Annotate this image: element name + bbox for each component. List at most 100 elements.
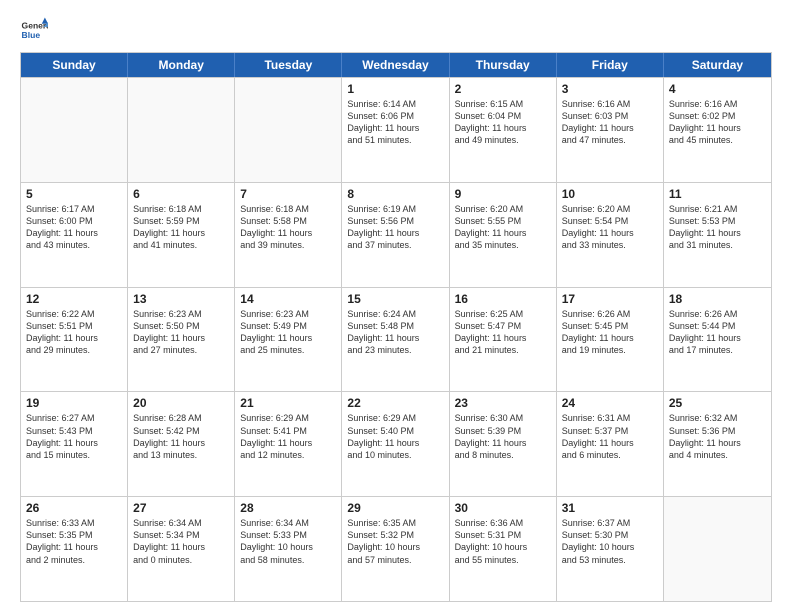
calendar-row-1: 5Sunrise: 6:17 AM Sunset: 6:00 PM Daylig… [21,182,771,287]
calendar-cell-26: 26 Sunrise: 6:33 AM Sunset: 5:35 PM Dayli… [21,497,128,601]
day-number: 16 [455,292,551,306]
day-number: 7 [240,187,336,201]
calendar-cell-16: 16 Sunrise: 6:25 AM Sunset: 5:47 PM Dayli… [450,288,557,392]
day-number: 9 [455,187,551,201]
calendar-cell-31: 31 Sunrise: 6:37 AM Sunset: 5:30 PM Dayli… [557,497,664,601]
cell-sun-info: Sunrise: 6:32 AM Sunset: 5:36 PM Dayligh… [669,412,766,461]
header: General Blue [20,16,772,44]
weekday-header-thursday: Thursday [450,53,557,77]
calendar-cell-9: 9 Sunrise: 6:20 AM Sunset: 5:55 PM Daylig… [450,183,557,287]
day-number: 3 [562,82,658,96]
calendar-cell-7: 7Sunrise: 6:18 AM Sunset: 5:58 PM Daylig… [235,183,342,287]
cell-sun-info: Sunrise: 6:23 AM Sunset: 5:49 PM Dayligh… [240,308,336,357]
calendar-cell-12: 12 Sunrise: 6:22 AM Sunset: 5:51 PM Dayli… [21,288,128,392]
cell-sun-info: Sunrise: 6:36 AM Sunset: 5:31 PM Dayligh… [455,517,551,566]
calendar-row-3: 19 Sunrise: 6:27 AM Sunset: 5:43 PM Dayli… [21,391,771,496]
cell-sun-info: Sunrise: 6:14 AM Sunset: 6:06 PM Dayligh… [347,98,443,147]
cell-sun-info: Sunrise: 6:16 AM Sunset: 6:03 PM Dayligh… [562,98,658,147]
calendar-cell-11: 11Sunrise: 6:21 AM Sunset: 5:53 PM Dayli… [664,183,771,287]
day-number: 29 [347,501,443,515]
svg-text:Blue: Blue [22,30,41,40]
cell-sun-info: Sunrise: 6:33 AM Sunset: 5:35 PM Dayligh… [26,517,122,566]
calendar-cell-29: 29 Sunrise: 6:35 AM Sunset: 5:32 PM Dayli… [342,497,449,601]
cell-sun-info: Sunrise: 6:20 AM Sunset: 5:55 PM Dayligh… [455,203,551,252]
calendar-cell-21: 21 Sunrise: 6:29 AM Sunset: 5:41 PM Dayli… [235,392,342,496]
calendar-cell-10: 10Sunrise: 6:20 AM Sunset: 5:54 PM Dayli… [557,183,664,287]
calendar-cell-13: 13 Sunrise: 6:23 AM Sunset: 5:50 PM Dayli… [128,288,235,392]
calendar-cell-15: 15Sunrise: 6:24 AM Sunset: 5:48 PM Dayli… [342,288,449,392]
calendar-cell-25: 25Sunrise: 6:32 AM Sunset: 5:36 PM Dayli… [664,392,771,496]
cell-sun-info: Sunrise: 6:31 AM Sunset: 5:37 PM Dayligh… [562,412,658,461]
calendar-cell-empty-4-6 [664,497,771,601]
cell-sun-info: Sunrise: 6:29 AM Sunset: 5:41 PM Dayligh… [240,412,336,461]
cell-sun-info: Sunrise: 6:34 AM Sunset: 5:34 PM Dayligh… [133,517,229,566]
day-number: 19 [26,396,122,410]
calendar-cell-18: 18Sunrise: 6:26 AM Sunset: 5:44 PM Dayli… [664,288,771,392]
cell-sun-info: Sunrise: 6:37 AM Sunset: 5:30 PM Dayligh… [562,517,658,566]
cell-sun-info: Sunrise: 6:28 AM Sunset: 5:42 PM Dayligh… [133,412,229,461]
day-number: 1 [347,82,443,96]
day-number: 23 [455,396,551,410]
calendar-cell-28: 28 Sunrise: 6:34 AM Sunset: 5:33 PM Dayli… [235,497,342,601]
day-number: 10 [562,187,658,201]
weekday-header-tuesday: Tuesday [235,53,342,77]
cell-sun-info: Sunrise: 6:16 AM Sunset: 6:02 PM Dayligh… [669,98,766,147]
day-number: 14 [240,292,336,306]
day-number: 31 [562,501,658,515]
calendar-row-2: 12 Sunrise: 6:22 AM Sunset: 5:51 PM Dayli… [21,287,771,392]
cell-sun-info: Sunrise: 6:23 AM Sunset: 5:50 PM Dayligh… [133,308,229,357]
calendar-cell-14: 14 Sunrise: 6:23 AM Sunset: 5:49 PM Dayli… [235,288,342,392]
cell-sun-info: Sunrise: 6:15 AM Sunset: 6:04 PM Dayligh… [455,98,551,147]
calendar-cell-23: 23 Sunrise: 6:30 AM Sunset: 5:39 PM Dayli… [450,392,557,496]
calendar-body: 1 Sunrise: 6:14 AM Sunset: 6:06 PM Daylig… [21,77,771,601]
cell-sun-info: Sunrise: 6:22 AM Sunset: 5:51 PM Dayligh… [26,308,122,357]
calendar-row-4: 26 Sunrise: 6:33 AM Sunset: 5:35 PM Dayli… [21,496,771,601]
day-number: 6 [133,187,229,201]
cell-sun-info: Sunrise: 6:29 AM Sunset: 5:40 PM Dayligh… [347,412,443,461]
day-number: 27 [133,501,229,515]
cell-sun-info: Sunrise: 6:30 AM Sunset: 5:39 PM Dayligh… [455,412,551,461]
day-number: 26 [26,501,122,515]
weekday-header-monday: Monday [128,53,235,77]
day-number: 21 [240,396,336,410]
cell-sun-info: Sunrise: 6:26 AM Sunset: 5:45 PM Dayligh… [562,308,658,357]
day-number: 12 [26,292,122,306]
day-number: 8 [347,187,443,201]
cell-sun-info: Sunrise: 6:19 AM Sunset: 5:56 PM Dayligh… [347,203,443,252]
calendar-cell-24: 24Sunrise: 6:31 AM Sunset: 5:37 PM Dayli… [557,392,664,496]
weekday-header-saturday: Saturday [664,53,771,77]
day-number: 22 [347,396,443,410]
day-number: 28 [240,501,336,515]
calendar: SundayMondayTuesdayWednesdayThursdayFrid… [20,52,772,602]
day-number: 11 [669,187,766,201]
day-number: 13 [133,292,229,306]
weekday-header-sunday: Sunday [21,53,128,77]
calendar-cell-19: 19 Sunrise: 6:27 AM Sunset: 5:43 PM Dayli… [21,392,128,496]
day-number: 5 [26,187,122,201]
calendar-row-0: 1 Sunrise: 6:14 AM Sunset: 6:06 PM Daylig… [21,77,771,182]
weekday-header-friday: Friday [557,53,664,77]
calendar-cell-8: 8 Sunrise: 6:19 AM Sunset: 5:56 PM Daylig… [342,183,449,287]
calendar-cell-2: 2Sunrise: 6:15 AM Sunset: 6:04 PM Daylig… [450,78,557,182]
day-number: 30 [455,501,551,515]
calendar-cell-17: 17 Sunrise: 6:26 AM Sunset: 5:45 PM Dayli… [557,288,664,392]
calendar-cell-1: 1 Sunrise: 6:14 AM Sunset: 6:06 PM Daylig… [342,78,449,182]
logo-icon: General Blue [20,16,48,44]
cell-sun-info: Sunrise: 6:27 AM Sunset: 5:43 PM Dayligh… [26,412,122,461]
calendar-cell-5: 5Sunrise: 6:17 AM Sunset: 6:00 PM Daylig… [21,183,128,287]
calendar-header: SundayMondayTuesdayWednesdayThursdayFrid… [21,53,771,77]
calendar-cell-empty-0-1 [128,78,235,182]
cell-sun-info: Sunrise: 6:25 AM Sunset: 5:47 PM Dayligh… [455,308,551,357]
weekday-header-wednesday: Wednesday [342,53,449,77]
calendar-cell-27: 27 Sunrise: 6:34 AM Sunset: 5:34 PM Dayli… [128,497,235,601]
cell-sun-info: Sunrise: 6:18 AM Sunset: 5:59 PM Dayligh… [133,203,229,252]
cell-sun-info: Sunrise: 6:34 AM Sunset: 5:33 PM Dayligh… [240,517,336,566]
calendar-cell-30: 30 Sunrise: 6:36 AM Sunset: 5:31 PM Dayli… [450,497,557,601]
calendar-cell-empty-0-0 [21,78,128,182]
calendar-cell-empty-0-2 [235,78,342,182]
logo: General Blue [20,16,48,44]
day-number: 4 [669,82,766,96]
calendar-cell-20: 20Sunrise: 6:28 AM Sunset: 5:42 PM Dayli… [128,392,235,496]
cell-sun-info: Sunrise: 6:35 AM Sunset: 5:32 PM Dayligh… [347,517,443,566]
day-number: 17 [562,292,658,306]
